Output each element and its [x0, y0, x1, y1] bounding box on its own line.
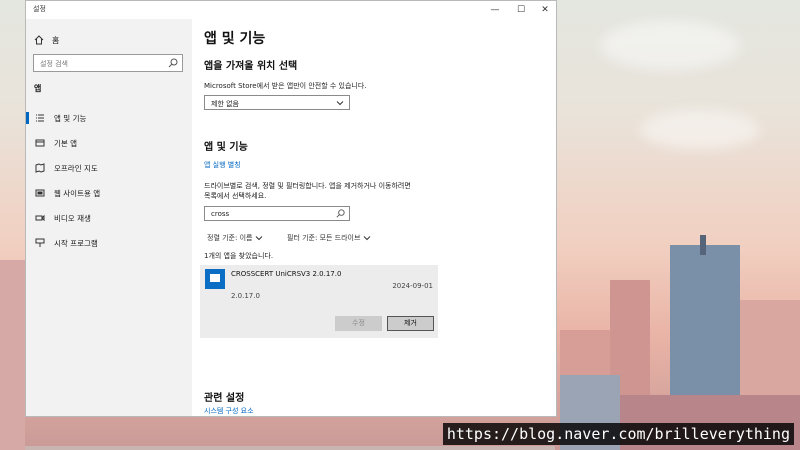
maximize-button[interactable]: ☐	[508, 1, 534, 19]
settings-search-input[interactable]: 설정 검색	[33, 54, 183, 72]
sidebar-item-video-playback[interactable]: 비디오 재생	[26, 209, 192, 227]
close-button[interactable]: ✕	[532, 1, 556, 19]
results-count: 1개의 앱을 찾았습니다.	[204, 252, 274, 260]
sidebar-home-label: 홈	[52, 35, 60, 45]
apps-description-line1: 드라이브별로 검색, 정렬 및 필터링합니다. 앱을 제거하거나 이동하려면	[204, 182, 411, 190]
offline-maps-icon	[34, 162, 46, 174]
sidebar-item-label: 앱 및 기능	[54, 113, 87, 123]
app-execution-alias-link[interactable]: 앱 실행 별칭	[204, 160, 241, 170]
apps-features-icon	[34, 112, 46, 124]
install-source-heading: 앱을 가져올 위치 선택	[204, 61, 298, 72]
settings-window: 설정 — ☐ ✕ 홈 설정 검색 앱 앱 및 기능 기본 앱 오프라인 지도 웹…	[25, 0, 557, 417]
install-source-value: 제한 없음	[211, 100, 239, 108]
sidebar-section-title: 앱	[34, 84, 42, 93]
app-list-item[interactable]: CROSSCERT UniCRSV3 2.0.17.0 2024-09-01 2…	[200, 265, 438, 338]
startup-icon	[34, 237, 46, 249]
sidebar-item-label: 비디오 재생	[54, 213, 91, 223]
apps-description-line2: 목록에서 선택하세요.	[204, 192, 267, 200]
home-icon	[34, 35, 44, 45]
default-apps-icon	[34, 137, 46, 149]
sort-dropdown[interactable]: 정렬 기준: 이름	[207, 233, 263, 243]
chevron-down-icon	[256, 236, 263, 241]
install-source-dropdown[interactable]: 제한 없음	[204, 95, 350, 110]
main-content: 앱 및 기능 앱을 가져올 위치 선택 Microsoft Store에서 받은…	[192, 19, 556, 416]
sidebar-item-apps-for-websites[interactable]: 웹 사이트용 앱	[26, 184, 192, 202]
related-settings-heading: 관련 설정	[204, 393, 245, 404]
sidebar-item-label: 기본 앱	[54, 138, 78, 148]
sidebar-item-label: 오프라인 지도	[54, 163, 98, 173]
app-icon	[205, 269, 225, 289]
system-components-link[interactable]: 시스템 구성 요소	[204, 406, 254, 416]
chevron-down-icon	[336, 101, 344, 106]
search-icon[interactable]	[335, 208, 346, 219]
settings-search-placeholder: 설정 검색	[40, 60, 68, 68]
sidebar-item-default-apps[interactable]: 기본 앱	[26, 134, 192, 152]
apps-features-heading: 앱 및 기능	[204, 142, 248, 153]
window-title: 설정	[33, 5, 46, 13]
sidebar: 홈 설정 검색 앱 앱 및 기능 기본 앱 오프라인 지도 웹 사이트용 앱 비…	[26, 19, 192, 416]
video-playback-icon	[34, 212, 46, 224]
sidebar-item-offline-maps[interactable]: 오프라인 지도	[26, 159, 192, 177]
app-install-date: 2024-09-01	[392, 282, 433, 290]
sidebar-item-label: 시작 프로그램	[54, 238, 98, 248]
minimize-button[interactable]: —	[482, 1, 508, 19]
blog-watermark: https://blog.naver.com/brilleverything	[442, 423, 794, 445]
sort-label: 정렬 기준: 이름	[207, 234, 253, 242]
install-source-description: Microsoft Store에서 받은 앱만이 안전할 수 있습니다.	[204, 82, 367, 90]
sidebar-item-apps-features[interactable]: 앱 및 기능	[26, 109, 192, 127]
app-search-value: cross	[211, 210, 230, 218]
uninstall-button[interactable]: 제거	[387, 316, 434, 331]
taskbar-strip	[25, 446, 555, 450]
sidebar-home[interactable]: 홈	[34, 33, 59, 47]
page-title: 앱 및 기능	[204, 31, 266, 47]
apps-for-websites-icon	[34, 187, 46, 199]
sidebar-item-label: 웹 사이트용 앱	[54, 188, 101, 198]
app-name: CROSSCERT UniCRSV3 2.0.17.0	[231, 270, 342, 278]
filter-dropdown[interactable]: 필터 기준: 모든 드라이브	[287, 233, 371, 243]
title-bar: 설정 — ☐ ✕	[26, 1, 556, 19]
app-search-input[interactable]: cross	[204, 206, 350, 221]
filter-label: 필터 기준: 모든 드라이브	[287, 234, 361, 242]
chevron-down-icon	[364, 236, 371, 241]
search-icon[interactable]	[167, 57, 179, 69]
sidebar-item-startup[interactable]: 시작 프로그램	[26, 234, 192, 252]
app-version: 2.0.17.0	[231, 292, 260, 300]
modify-button[interactable]: 수정	[335, 316, 382, 331]
